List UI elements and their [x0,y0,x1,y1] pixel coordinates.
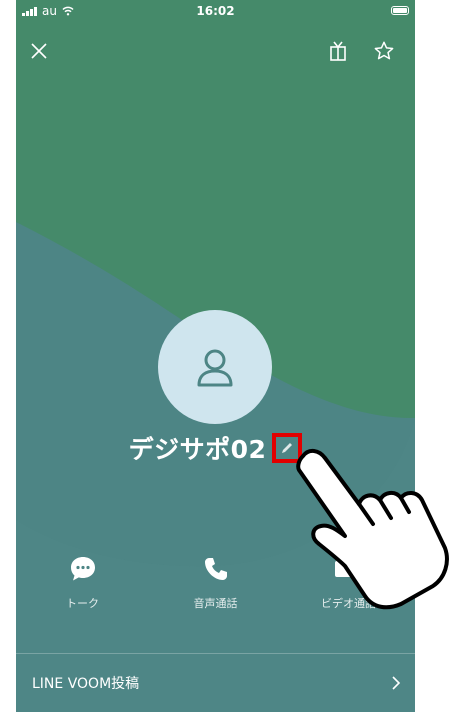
gift-button[interactable] [325,38,351,64]
avatar[interactable] [158,310,272,424]
person-icon [197,349,233,387]
voice-call-button[interactable]: 音声通話 [149,553,282,611]
voice-call-label: 音声通話 [193,597,238,610]
status-bar: au 16:02 [16,0,415,24]
favorite-button[interactable] [371,38,397,64]
pointing-hand-icon [296,449,449,610]
clock: 16:02 [196,4,235,18]
talk-label: トーク [66,597,99,610]
gift-icon [330,41,346,61]
line-voom-posts-row[interactable]: LINE VOOM投稿 [16,654,415,712]
chat-bubble-icon [70,557,95,581]
profile-name: デジサポ02 [128,435,267,464]
close-icon [31,43,47,59]
line-voom-label: LINE VOOM投稿 [32,676,140,692]
close-button[interactable] [26,38,52,64]
star-icon [374,41,394,60]
chevron-right-icon [392,676,401,690]
talk-button[interactable]: トーク [16,553,149,611]
battery-icon [391,6,409,15]
phone-icon [204,558,227,580]
